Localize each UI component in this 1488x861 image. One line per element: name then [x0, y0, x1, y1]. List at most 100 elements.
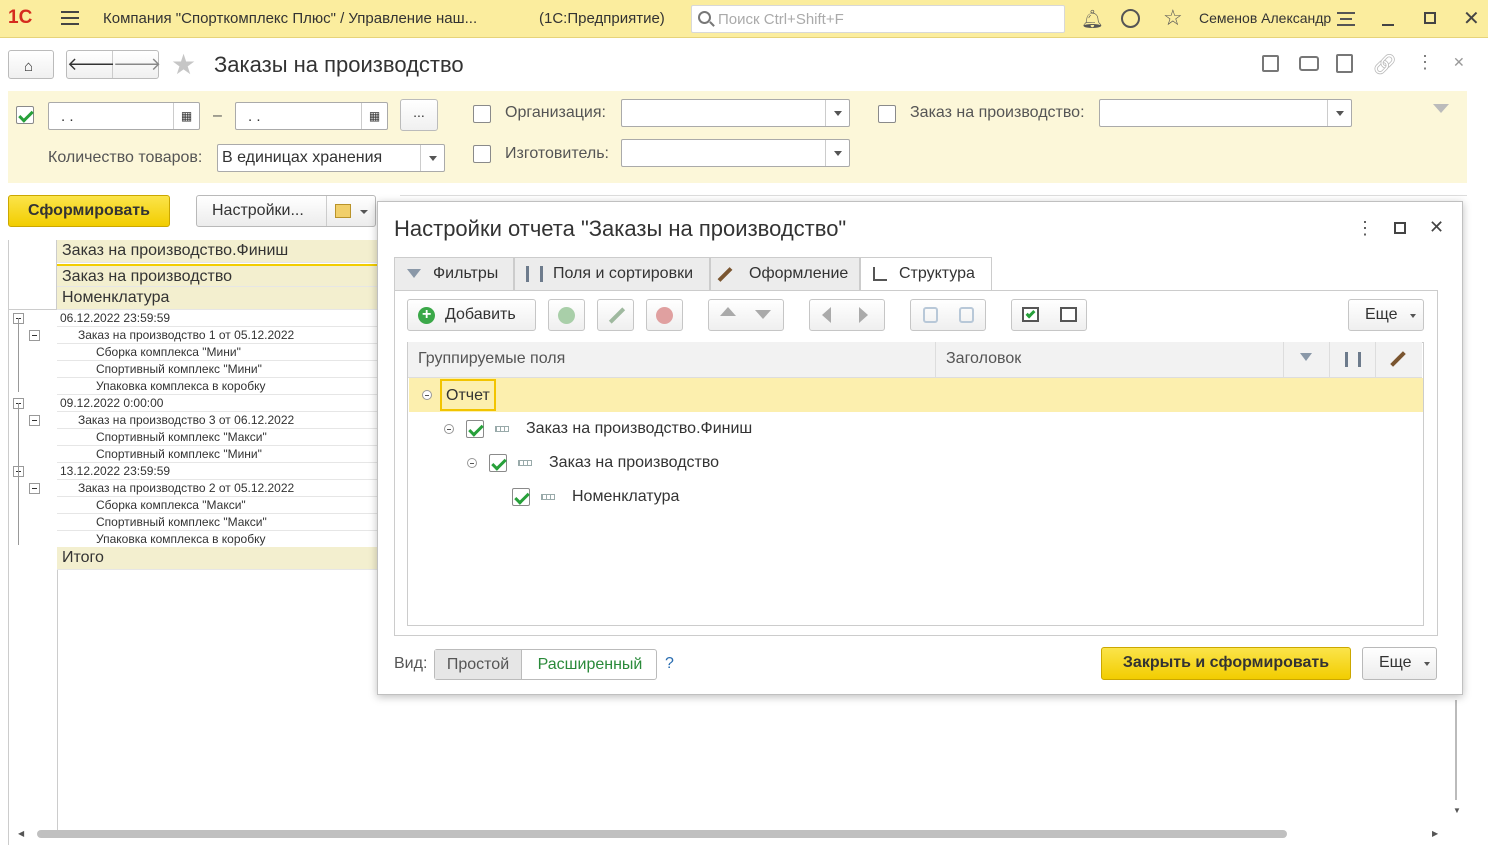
help-link[interactable]: ?: [665, 655, 674, 673]
structure-more-button[interactable]: Еще: [1348, 299, 1424, 331]
tab-filters[interactable]: Фильтры: [394, 257, 514, 290]
collapse-icon[interactable]: [422, 390, 432, 400]
maker-field[interactable]: [621, 139, 850, 167]
collapse-row-icon[interactable]: [29, 483, 40, 494]
tree-row-nomenclature[interactable]: Номенклатура: [409, 480, 1423, 514]
org-checkbox[interactable]: [473, 105, 491, 123]
period-select-button[interactable]: ...: [400, 99, 438, 131]
calendar-icon[interactable]: ▦: [361, 103, 387, 129]
home-button[interactable]: ⌂: [8, 50, 54, 79]
qty-select[interactable]: В единицах хранения: [217, 144, 445, 172]
menu-icon[interactable]: [61, 11, 79, 25]
org-dropdown[interactable]: [825, 100, 849, 126]
maximize-icon[interactable]: [1424, 12, 1436, 24]
settings-button[interactable]: Настройки...: [196, 195, 376, 227]
report-spreadsheet[interactable]: Заказ на производство.Финиш Заказ на про…: [8, 240, 379, 845]
user-name[interactable]: Семенов Александр: [1199, 10, 1331, 26]
date-to-field[interactable]: . . ▦: [235, 102, 388, 130]
history-icon[interactable]: [1121, 9, 1140, 28]
close-icon[interactable]: ✕: [1463, 6, 1480, 31]
print-icon[interactable]: [1299, 56, 1319, 71]
horizontal-scrollbar[interactable]: [37, 830, 1287, 838]
minimize-icon[interactable]: [1382, 24, 1394, 26]
search-input[interactable]: Поиск Ctrl+Shift+F: [691, 5, 1065, 33]
org-field[interactable]: [621, 99, 850, 127]
filter-icon[interactable]: [1433, 104, 1449, 121]
report-row[interactable]: Упаковка комплекса в коробку: [57, 378, 379, 395]
collapse-row-icon[interactable]: [29, 415, 40, 426]
maker-dropdown[interactable]: [825, 140, 849, 166]
report-row[interactable]: 13.12.2022 23:59:59: [57, 463, 379, 480]
report-row[interactable]: Заказ на производство 1 от 05.12.2022: [57, 327, 379, 344]
report-row[interactable]: Заказ на производство 3 от 06.12.2022: [57, 412, 379, 429]
check-all-icon[interactable]: [1022, 307, 1039, 322]
app-logo[interactable]: 1С: [8, 7, 32, 29]
order-dropdown[interactable]: [1327, 100, 1351, 126]
report-row[interactable]: Сборка комплекса "Мини": [57, 344, 379, 361]
settings-menu-icon[interactable]: [1337, 12, 1355, 26]
report-row[interactable]: Спортивный комплекс "Мини": [57, 446, 379, 463]
maker-checkbox[interactable]: [473, 145, 491, 163]
tree-row-order[interactable]: Заказ на производство: [409, 446, 1423, 480]
tab-fields-sorting[interactable]: Поля и сортировки: [514, 257, 710, 290]
bell-icon[interactable]: 🔔︎: [1081, 9, 1104, 30]
add-grouping-button[interactable]: [548, 299, 585, 331]
report-row[interactable]: Заказ на производство 2 от 05.12.2022: [57, 480, 379, 497]
tree-finish-checkbox[interactable]: [466, 420, 484, 438]
collapse-icon[interactable]: [444, 424, 454, 434]
report-row[interactable]: Сборка комплекса "Макси": [57, 497, 379, 514]
forward-button[interactable]: 🡒: [113, 51, 161, 78]
move-right-icon[interactable]: [859, 307, 868, 323]
report-row[interactable]: 09.12.2022 0:00:00: [57, 395, 379, 412]
close-and-generate-button[interactable]: Закрыть и сформировать: [1101, 647, 1351, 680]
dialog-maximize-icon[interactable]: [1394, 222, 1406, 234]
tree-row-finish[interactable]: Заказ на производство.Финиш: [409, 412, 1423, 446]
delete-button[interactable]: [646, 299, 683, 331]
uncheck-all-icon[interactable]: [1060, 307, 1077, 322]
generate-button[interactable]: Сформировать: [8, 195, 170, 227]
favorites-icon[interactable]: ☆: [1163, 5, 1183, 31]
dialog-close-icon[interactable]: ✕: [1429, 217, 1444, 238]
report-row[interactable]: Спортивный комплекс "Макси": [57, 429, 379, 446]
view-simple-button[interactable]: Простой: [435, 650, 522, 679]
variants-icon[interactable]: [326, 196, 376, 226]
report-row[interactable]: 06.12.2022 23:59:59: [57, 310, 379, 327]
calendar-icon[interactable]: ▦: [173, 103, 199, 129]
tree-row-report[interactable]: Отчет: [409, 378, 1423, 412]
group-icon[interactable]: [923, 307, 938, 323]
back-button[interactable]: 🡐: [67, 51, 115, 78]
report-row[interactable]: Упаковка комплекса в коробку: [57, 531, 379, 548]
collapse-icon[interactable]: [467, 458, 477, 468]
edit-button[interactable]: [597, 299, 634, 331]
preview-icon[interactable]: [1336, 54, 1353, 73]
qty-dropdown[interactable]: [420, 145, 444, 171]
view-extended-button[interactable]: Расширенный: [523, 650, 657, 679]
scroll-left-arrow[interactable]: ◀: [18, 829, 24, 838]
scroll-right-arrow[interactable]: ▶: [1432, 829, 1438, 838]
tree-nomenclature-checkbox[interactable]: [512, 488, 530, 506]
tab-appearance[interactable]: Оформление: [710, 257, 860, 290]
order-field[interactable]: [1099, 99, 1352, 127]
report-row[interactable]: Спортивный комплекс "Мини": [57, 361, 379, 378]
dialog-more-button[interactable]: Еще: [1362, 647, 1437, 680]
col-filter[interactable]: [1284, 342, 1330, 378]
more-vertical-icon[interactable]: ⋮: [1416, 52, 1434, 73]
date-from-field[interactable]: . . ▦: [48, 102, 200, 130]
period-checkbox[interactable]: [16, 106, 34, 124]
vertical-scrollbar[interactable]: ▼: [1450, 700, 1464, 820]
link-icon[interactable]: 🔗︎: [1372, 52, 1397, 77]
col-sort[interactable]: [1330, 342, 1376, 378]
col-appearance[interactable]: [1376, 342, 1422, 378]
move-left-icon[interactable]: [822, 307, 831, 323]
ungroup-icon[interactable]: [959, 307, 974, 323]
collapse-row-icon[interactable]: [29, 330, 40, 341]
order-checkbox[interactable]: [878, 105, 896, 123]
save-icon[interactable]: [1262, 55, 1279, 72]
tree-order-checkbox[interactable]: [489, 454, 507, 472]
page-close-icon[interactable]: ✕: [1453, 54, 1465, 71]
favorite-star-icon[interactable]: ★: [171, 48, 196, 81]
move-down-icon[interactable]: [755, 310, 771, 319]
dialog-more-icon[interactable]: ⋮: [1356, 218, 1374, 239]
add-button[interactable]: + Добавить: [407, 299, 536, 331]
report-row[interactable]: Спортивный комплекс "Макси": [57, 514, 379, 531]
